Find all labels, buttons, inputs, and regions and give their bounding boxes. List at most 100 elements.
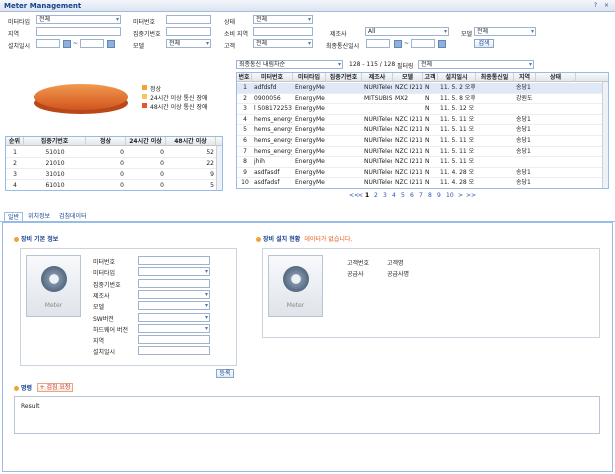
pagination-page[interactable]: 8 — [428, 192, 432, 199]
last-comm-from-input[interactable] — [366, 39, 390, 48]
table-cell: 0 — [160, 160, 164, 167]
field-input[interactable] — [138, 312, 210, 322]
table-row[interactable]: 2 21010 0 0 22 — [6, 158, 216, 169]
meter-type-label: 미터타입 — [8, 19, 31, 26]
table-cell: 52 — [206, 149, 214, 156]
table-cell: 8 — [243, 158, 247, 166]
table-row[interactable]: 2 0900056 EnergyMete MITSUBISHMX2 N 11. 5. 8 … — [237, 94, 602, 105]
sort-select[interactable]: 최종통신 내림차순 — [236, 60, 343, 69]
table-cell: N — [425, 94, 430, 102]
consumer-region-label: 소비 지역 — [224, 31, 248, 38]
status-select[interactable]: 전체 — [253, 15, 313, 24]
meter-header-cell[interactable]: 고객 — [423, 73, 438, 82]
manufacturer-select[interactable]: All — [365, 27, 449, 36]
tab-meter-data[interactable]: 검침데이터 — [56, 212, 90, 221]
customer-select[interactable]: 전체 — [253, 39, 313, 48]
table-cell: jhih — [254, 158, 265, 166]
table-row[interactable]: 8 jhih EnergyMete NURITelecoNZC I211N 11. 5.… — [237, 157, 602, 168]
meter-header-cell[interactable]: 제조사 — [362, 73, 393, 82]
table-row[interactable]: 5 hems_energy_metEnergyMete NURITelecoNZC … — [237, 125, 602, 136]
concentrator-label: 집중기번호 — [133, 31, 161, 38]
pagination-page[interactable]: 6 — [410, 192, 414, 199]
field-input[interactable] — [138, 323, 210, 333]
pagination-last[interactable]: >> — [466, 192, 476, 199]
install-date-to-input[interactable] — [80, 39, 104, 48]
manufacturer-label: 제조사 — [330, 31, 347, 38]
field-input[interactable] — [138, 278, 210, 288]
stats-header-cell[interactable]: 집중기번호 — [24, 137, 86, 146]
calendar-icon[interactable] — [438, 40, 446, 48]
meter-no-input[interactable] — [166, 15, 211, 24]
meter-header-cell[interactable]: 미터타입 — [293, 73, 326, 82]
consumer-region-input[interactable] — [253, 27, 313, 36]
last-comm-to-input[interactable] — [411, 39, 435, 48]
calendar-icon[interactable] — [394, 40, 402, 48]
table-row[interactable]: 1 51010 0 0 52 — [6, 147, 216, 158]
meter-scrollbar[interactable] — [602, 82, 608, 188]
gear-icon — [41, 266, 67, 292]
table-row[interactable]: 4 hems_energy_metEnergyMete NURITelecoNZC … — [237, 115, 602, 126]
range-dash: ~ — [73, 40, 79, 47]
meter-header-cell[interactable]: 최종통신일 — [476, 73, 514, 82]
close-icon[interactable]: × — [603, 2, 610, 9]
install-date-from-input[interactable] — [36, 39, 60, 48]
field-input[interactable] — [138, 301, 210, 311]
field-input[interactable] — [138, 256, 210, 265]
field-input[interactable] — [138, 289, 210, 299]
filter-select[interactable]: 전체 — [418, 60, 534, 69]
tab-location[interactable]: 위치정보 — [25, 212, 53, 221]
table-cell: 11. 4. 28 오 — [440, 168, 475, 176]
pagination-next[interactable]: > — [458, 192, 463, 199]
meter-header-cell[interactable]: 집중기번호 — [326, 73, 362, 82]
field-input[interactable] — [138, 267, 210, 277]
field-input[interactable] — [138, 335, 210, 345]
meter-type-select[interactable]: 전체 — [36, 15, 121, 24]
table-row[interactable]: 1 adfdsfd EnergyMete NURITelecoNZC I211N 11.… — [237, 83, 602, 94]
table-row[interactable]: 4 61010 0 0 5 — [6, 180, 216, 190]
stats-header-cell[interactable]: 순위 — [6, 137, 24, 146]
stats-header-cell[interactable]: 24시간 이상 — [126, 137, 166, 146]
calendar-icon[interactable] — [63, 40, 71, 48]
register-button[interactable]: 등록 — [216, 369, 234, 378]
pagination-page[interactable]: 9 — [437, 192, 441, 199]
pagination-page[interactable]: 2 — [374, 192, 378, 199]
table-row[interactable]: 6 hems_energy_metEnergyMete NURITelecoNZC … — [237, 136, 602, 147]
pagination-page[interactable]: 4 — [392, 192, 396, 199]
stats-scrollbar[interactable] — [216, 146, 222, 190]
meter-header-cell[interactable]: 지역 — [514, 73, 536, 82]
model-select[interactable]: 전체 — [474, 27, 536, 36]
table-row[interactable]: 9 asdfasdf EnergyMete NURITelecoNZC I211N 11… — [237, 168, 602, 179]
stats-header-cell[interactable]: 정상 — [86, 137, 126, 146]
pagination-page[interactable]: 10 — [446, 192, 454, 199]
table-row[interactable]: 10 asdfadsf EnergyMete NURITelecoNZC I211N 1… — [237, 178, 602, 188]
meter-device-icon: Meter — [26, 255, 81, 317]
meter-header-cell[interactable]: 모델 — [393, 73, 423, 82]
tab-general[interactable]: 일반 — [4, 212, 24, 221]
table-row[interactable]: 7 hems_energy_metEnergyMete NURITelecoNZC … — [237, 147, 602, 158]
region-input[interactable] — [36, 27, 121, 36]
pagination-prev[interactable]: < — [358, 192, 363, 199]
calendar-icon[interactable] — [107, 40, 115, 48]
table-cell: EnergyMete — [295, 158, 325, 166]
table-cell: NURITeleco — [364, 158, 392, 166]
meter-header-cell[interactable]: 미터번호 — [252, 73, 293, 82]
concentrator-input[interactable] — [166, 27, 211, 36]
pagination-page[interactable]: 3 — [383, 192, 387, 199]
stats-header-cell[interactable]: 48시간 이상 — [166, 137, 216, 146]
table-cell: NZC I211 — [395, 158, 422, 166]
field-input[interactable] — [138, 346, 210, 356]
pagination-page[interactable]: 1 — [365, 192, 369, 199]
search-button[interactable]: 검색 — [474, 39, 494, 48]
meter-header-cell[interactable]: 설치일시 — [438, 73, 476, 82]
meter-header-cell[interactable]: 상태 — [536, 73, 576, 82]
meter-device-icon-2: Meter — [268, 255, 323, 317]
pagination-page[interactable]: 7 — [419, 192, 423, 199]
table-row[interactable]: 3 31010 0 0 9 — [6, 169, 216, 180]
meter-read-request-button[interactable]: + 검침 요청 — [37, 383, 73, 392]
model2-select[interactable]: 전체 — [166, 39, 211, 48]
pagination-page[interactable]: 5 — [401, 192, 405, 199]
table-cell: 0 — [160, 149, 164, 156]
table-row[interactable]: 3 l 508172253EnergyMete N 11. 5. 12 오 — [237, 104, 602, 115]
help-icon[interactable]: ? — [592, 2, 599, 9]
meter-header-cell[interactable]: 번호 — [237, 73, 252, 82]
